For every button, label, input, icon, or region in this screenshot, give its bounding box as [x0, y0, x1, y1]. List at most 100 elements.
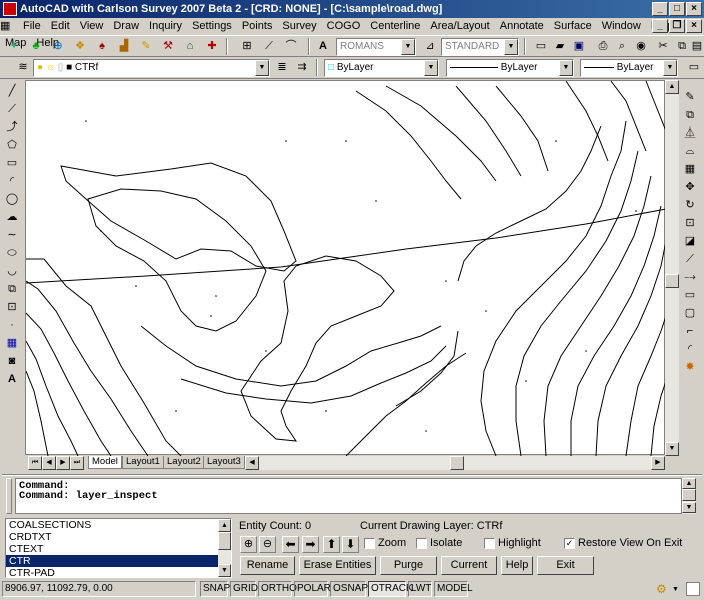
chamfer-icon[interactable]: ⌐ [681, 322, 699, 340]
explode-icon[interactable]: ✸ [681, 358, 699, 376]
menu-annotate[interactable]: Annotate [495, 18, 549, 35]
highlight-checkbox[interactable] [484, 538, 495, 549]
drawing-canvas[interactable] [25, 80, 667, 457]
scroll-down-icon[interactable]: ▼ [218, 564, 231, 577]
doc-close-button[interactable]: × [686, 19, 702, 33]
trim-icon[interactable]: ⟋ [681, 250, 699, 268]
copy-object-icon[interactable]: ⧉ [681, 106, 699, 124]
linetype-select[interactable]: ByLayer ▼ [446, 59, 574, 77]
canvas-horizontal-scrollbar[interactable]: ◀ ▶ [245, 456, 665, 470]
cut-icon[interactable]: ✂ [654, 37, 672, 55]
rectangle-icon[interactable]: ▭ [3, 154, 21, 172]
snap-toggle[interactable]: SNAP [200, 581, 230, 597]
spline-icon[interactable]: ∼ [3, 226, 21, 244]
earthwork-tool-icon[interactable]: ▟ [115, 37, 133, 55]
make-block-icon[interactable]: ⊡ [3, 298, 21, 316]
scroll-left-icon[interactable]: ◀ [245, 456, 259, 470]
save-icon[interactable]: ▣ [570, 37, 588, 55]
menu-file[interactable]: File [18, 18, 46, 35]
grid-toggle[interactable]: GRID [230, 581, 258, 597]
revision-cloud-icon[interactable]: ☁ [3, 208, 21, 226]
menu-inquiry[interactable]: Inquiry [144, 18, 187, 35]
tab-layout1[interactable]: Layout1 [122, 456, 164, 469]
mirror-icon[interactable]: ⏅ [681, 124, 699, 142]
command-window[interactable]: Command: Command: layer_inspect [15, 478, 682, 514]
layers-icon[interactable]: ≋ [14, 58, 32, 76]
command-grip[interactable] [6, 478, 12, 514]
scroll-thumb[interactable] [218, 532, 231, 550]
status-menu-icon[interactable]: ▼ [672, 586, 679, 593]
osnap-toggle[interactable]: OSNAP [330, 581, 368, 597]
help-button[interactable]: Help [501, 556, 533, 575]
hydrology-tool-icon[interactable]: ⚒ [159, 37, 177, 55]
survey-tool-icon[interactable]: ✦ [5, 37, 23, 55]
menu-surface[interactable]: Surface [549, 18, 597, 35]
zoom-in-icon[interactable]: ⊕ [240, 536, 257, 553]
layer-previous-icon[interactable]: ⇉ [293, 58, 311, 76]
chevron-down-icon[interactable]: ▼ [504, 39, 518, 55]
list-item[interactable]: CRDTXT [6, 531, 231, 543]
ellipse-icon[interactable]: ⬭ [3, 244, 21, 262]
break-icon[interactable]: ▭ [681, 286, 699, 304]
fillet-icon[interactable]: ◜ [681, 340, 699, 358]
zoom-out-icon[interactable]: ⊖ [259, 536, 276, 553]
arc-icon[interactable]: ◜ [3, 172, 21, 190]
extend-icon[interactable]: ⤍ [681, 268, 699, 286]
inverse-tool-icon[interactable]: ⟋ [260, 37, 278, 55]
scroll-right-icon[interactable]: ▶ [651, 456, 665, 470]
menu-view[interactable]: View [75, 18, 109, 35]
pencil-tool-icon[interactable]: ✎ [137, 37, 155, 55]
minimize-button[interactable]: _ [652, 2, 668, 16]
arrow-right-icon[interactable]: ➡ [302, 536, 319, 553]
array-icon[interactable]: ▦ [681, 160, 699, 178]
restore-view-checkbox[interactable]: ✓ [564, 538, 575, 549]
design-tool-icon[interactable]: ❖ [71, 37, 89, 55]
menu-centerline[interactable]: Centerline [365, 18, 425, 35]
lock-icon[interactable]: ▯ [58, 62, 64, 73]
publish-icon[interactable]: ◉ [632, 37, 650, 55]
chevron-down-icon[interactable]: ▼ [255, 60, 269, 76]
next-tab-icon[interactable]: ▶ [56, 456, 70, 470]
stretch-icon[interactable]: ◪ [681, 232, 699, 250]
coordinates-readout[interactable]: 8906.97, 11092.79, 0.00 [2, 581, 196, 597]
line-icon[interactable]: ╱ [3, 82, 21, 100]
list-item-selected[interactable]: CTR [6, 555, 231, 567]
ellipse-arc-icon[interactable]: ◡ [3, 262, 21, 280]
point-icon[interactable]: · [3, 316, 21, 334]
menu-draw[interactable]: Draw [108, 18, 144, 35]
insert-block-icon[interactable]: ⧉ [3, 280, 21, 298]
list-item[interactable]: CTR-PAD [6, 567, 231, 577]
menu-area-layout[interactable]: Area/Layout [425, 18, 494, 35]
scroll-up-icon[interactable]: ▲ [682, 478, 696, 489]
construction-line-icon[interactable]: ⟋ [3, 100, 21, 118]
hatch-icon[interactable]: ▦ [3, 334, 21, 352]
polyline-icon[interactable]: ⤴ [3, 118, 21, 136]
dim-style-select[interactable]: STANDARD ▼ [441, 38, 519, 56]
building-tool-icon[interactable]: ⌂ [181, 37, 199, 55]
scroll-up-icon[interactable]: ▲ [218, 519, 231, 532]
make-current-icon[interactable]: ≣ [273, 58, 291, 76]
otrack-toggle[interactable]: OTRACK [368, 581, 413, 597]
sun-icon[interactable]: ☼ [46, 62, 55, 73]
current-button[interactable]: Current [441, 556, 497, 575]
isolate-checkbox[interactable] [416, 538, 427, 549]
model-toggle[interactable]: MODEL [434, 581, 473, 597]
menu-settings[interactable]: Settings [187, 18, 237, 35]
chevron-down-icon[interactable]: ▼ [663, 60, 677, 76]
menu-edit[interactable]: Edit [46, 18, 75, 35]
purge-button[interactable]: Purge [380, 556, 437, 575]
tab-layout2[interactable]: Layout2 [163, 456, 205, 469]
last-tab-icon[interactable]: ⏭ [70, 456, 84, 470]
color-select[interactable]: □ ByLayer ▼ [324, 59, 439, 77]
chevron-down-icon[interactable]: ▼ [559, 60, 573, 76]
region-icon[interactable]: ◙ [3, 352, 21, 370]
zoom-checkbox[interactable] [364, 538, 375, 549]
menu-points[interactable]: Points [237, 18, 278, 35]
text-style-icon[interactable]: A [314, 37, 332, 55]
layer-select[interactable]: ● ☼ ▯ ■ CTRf ▼ [33, 59, 270, 77]
layer-list[interactable]: COALSECTIONS CRDTXT CTEXT CTR CTR-PAD [5, 518, 232, 578]
tray-icon[interactable]: ⚙ [656, 582, 667, 596]
setup-tool-icon[interactable]: ✚ [203, 37, 221, 55]
doc-restore-button[interactable]: ❐ [669, 19, 685, 33]
menu-window[interactable]: Window [597, 18, 646, 35]
